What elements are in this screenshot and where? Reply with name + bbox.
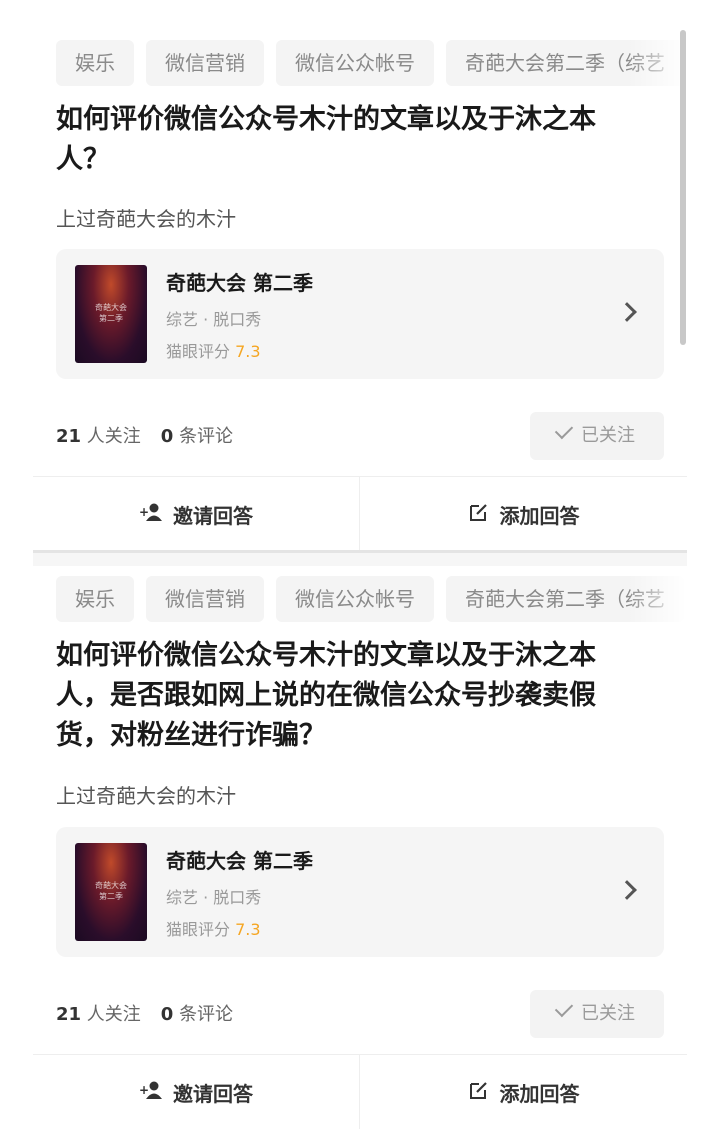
poster-text: 奇葩大会 xyxy=(95,881,127,890)
tag[interactable]: 微信营销 xyxy=(146,40,264,86)
followed-label: 已关注 xyxy=(581,425,635,446)
media-score: 猫眼评分 7.3 xyxy=(166,916,261,940)
tag-list: 娱乐 微信营销 微信公众帐号 奇葩大会第二季（综艺 xyxy=(56,40,687,86)
invite-answer-button[interactable]: + 邀请回答 xyxy=(33,477,360,551)
check-icon xyxy=(554,420,574,440)
tag[interactable]: 微信公众帐号 xyxy=(276,576,434,622)
tag[interactable]: 娱乐 xyxy=(56,40,134,86)
score-value: 7.3 xyxy=(235,342,261,361)
poster-image: 奇葩大会 第二季 xyxy=(75,265,147,363)
followed-button[interactable]: 已关注 xyxy=(530,412,664,460)
edit-icon xyxy=(468,501,490,528)
tags-fade xyxy=(627,576,687,622)
question-title[interactable]: 如何评价微信公众号木汁的文章以及于沐之本人？ xyxy=(56,100,642,180)
add-answer-label: 添加回答 xyxy=(499,503,580,528)
comments-label[interactable]: 条评论 xyxy=(179,1004,233,1025)
poster-image: 奇葩大会 第二季 xyxy=(75,843,147,941)
invite-answer-label: 邀请回答 xyxy=(173,503,253,528)
followers-label: 人关注 xyxy=(86,1004,141,1025)
question-description: 上过奇葩大会的木汁 xyxy=(56,207,236,231)
add-user-icon: + xyxy=(139,1080,163,1105)
media-subtitle: 综艺 · 脱口秀 xyxy=(166,310,262,329)
action-bar: + 邀请回答 添加回答 xyxy=(33,1054,687,1129)
svg-text:+: + xyxy=(139,505,149,519)
followed-button[interactable]: 已关注 xyxy=(530,990,664,1038)
chevron-right-icon xyxy=(617,302,637,322)
question-feed: 娱乐 微信营销 微信公众帐号 奇葩大会第二季（综艺 如何评价微信公众号木汁的文章以及于… xyxy=(0,0,720,1139)
add-answer-button[interactable]: 添加回答 xyxy=(360,1055,687,1129)
media-card[interactable]: 奇葩大会 第二季 奇葩大会 第二季 综艺 · 脱口秀 猫眼评分 7.3 xyxy=(56,249,664,379)
invite-answer-label: 邀请回答 xyxy=(173,1081,253,1106)
tags-fade xyxy=(627,40,687,86)
question-stats: 21 人关注 0 条评论 xyxy=(56,1000,233,1026)
score-label: 猫眼评分 xyxy=(166,342,231,361)
followers-label: 人关注 xyxy=(86,426,141,447)
chevron-right-icon xyxy=(617,880,637,900)
card-divider xyxy=(33,550,687,566)
add-user-icon: + xyxy=(139,502,163,527)
followers-count: 21 xyxy=(56,1004,82,1025)
check-icon xyxy=(554,998,574,1018)
comments-label[interactable]: 条评论 xyxy=(179,426,233,447)
question-title[interactable]: 如何评价微信公众号木汁的文章以及于沐之本人，是否跟如网上说的在微信公众号抄袭卖假… xyxy=(56,636,642,756)
poster-text: 第二季 xyxy=(99,892,123,901)
invite-answer-button[interactable]: + 邀请回答 xyxy=(33,1055,360,1129)
action-bar: + 邀请回答 添加回答 xyxy=(33,476,687,551)
followers-count: 21 xyxy=(56,426,82,447)
question-card[interactable]: 娱乐 微信营销 微信公众帐号 奇葩大会第二季（综艺 如何评价微信公众号木汁的文章以及于… xyxy=(33,566,687,1139)
tag-list: 娱乐 微信营销 微信公众帐号 奇葩大会第二季（综艺 xyxy=(56,576,687,622)
tag[interactable]: 娱乐 xyxy=(56,576,134,622)
media-score: 猫眼评分 7.3 xyxy=(166,338,261,362)
edit-icon xyxy=(468,1079,490,1106)
question-stats: 21 人关注 0 条评论 xyxy=(56,422,233,448)
followed-label: 已关注 xyxy=(581,1003,635,1024)
comments-count: 0 xyxy=(160,1004,174,1025)
add-answer-label: 添加回答 xyxy=(499,1081,580,1106)
scrollbar[interactable] xyxy=(680,30,686,345)
question-description: 上过奇葩大会的木汁 xyxy=(56,784,236,808)
question-card[interactable]: 娱乐 微信营销 微信公众帐号 奇葩大会第二季（综艺 如何评价微信公众号木汁的文章以及于… xyxy=(33,30,687,551)
comments-count: 0 xyxy=(160,426,174,447)
media-title: 奇葩大会 第二季 xyxy=(166,849,313,873)
score-value: 7.3 xyxy=(235,920,261,939)
poster-text: 第二季 xyxy=(99,314,123,323)
score-label: 猫眼评分 xyxy=(166,920,231,939)
add-answer-button[interactable]: 添加回答 xyxy=(360,477,687,551)
svg-text:+: + xyxy=(139,1083,149,1097)
media-title: 奇葩大会 第二季 xyxy=(166,271,313,295)
poster-text: 奇葩大会 xyxy=(95,303,127,312)
tag[interactable]: 微信营销 xyxy=(146,576,264,622)
tag[interactable]: 微信公众帐号 xyxy=(276,40,434,86)
media-card[interactable]: 奇葩大会 第二季 奇葩大会 第二季 综艺 · 脱口秀 猫眼评分 7.3 xyxy=(56,827,664,957)
media-subtitle: 综艺 · 脱口秀 xyxy=(166,888,262,907)
